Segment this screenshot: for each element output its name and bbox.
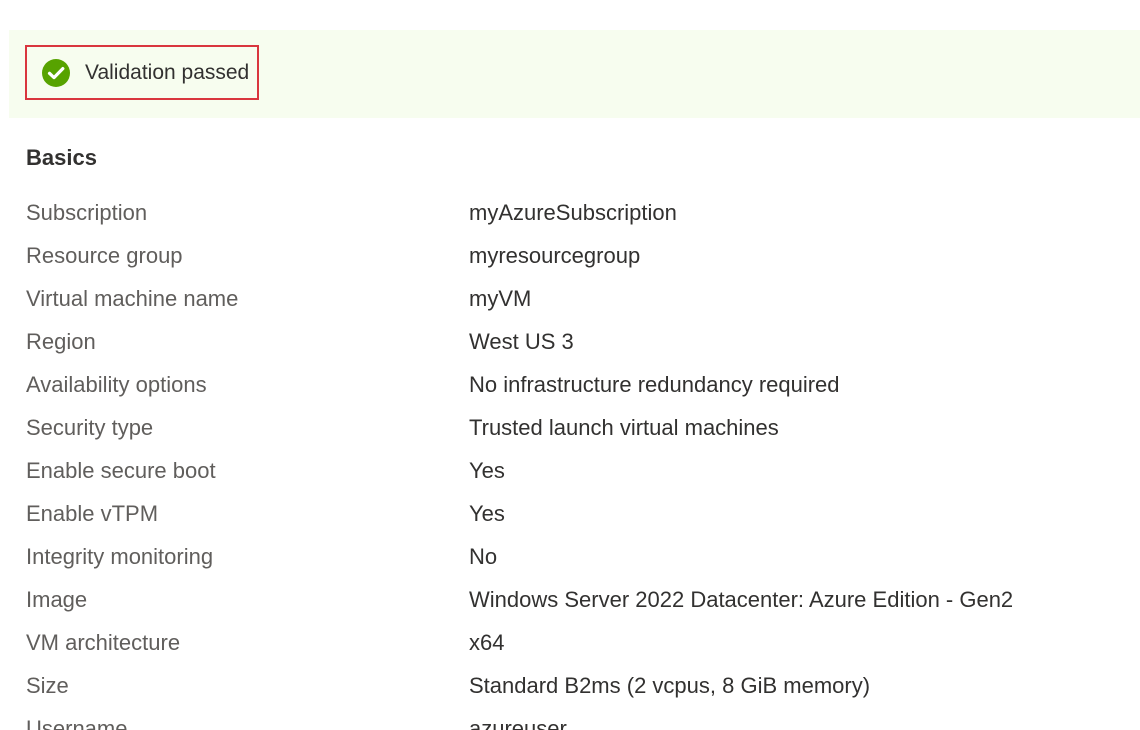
summary-row-subscription: Subscription myAzureSubscription <box>0 191 1140 234</box>
summary-row-vtpm: Enable vTPM Yes <box>0 492 1140 535</box>
summary-row-username: Username azureuser <box>0 707 1140 730</box>
row-label: Username <box>26 716 128 730</box>
row-value: Yes <box>469 458 505 483</box>
row-label: Size <box>26 673 69 698</box>
row-value: Yes <box>469 501 505 526</box>
summary-row-resource-group: Resource group myresourcegroup <box>0 234 1140 277</box>
row-value: myAzureSubscription <box>469 200 677 225</box>
summary-row-region: Region West US 3 <box>0 320 1140 363</box>
summary-row-size: Size Standard B2ms (2 vcpus, 8 GiB memor… <box>0 664 1140 707</box>
summary-row-availability-options: Availability options No infrastructure r… <box>0 363 1140 406</box>
row-label: Security type <box>26 415 154 440</box>
summary-row-security-type: Security type Trusted launch virtual mac… <box>0 406 1140 449</box>
row-label: Enable vTPM <box>26 501 159 526</box>
row-value: No infrastructure redundancy required <box>469 372 840 397</box>
row-value: No <box>469 544 498 569</box>
review-create-page: Validation passed Basics Subscription my… <box>0 0 1140 730</box>
basics-summary-list: Subscription myAzureSubscription Resourc… <box>0 191 1140 730</box>
validation-status-text: Validation passed <box>85 60 250 84</box>
row-label: Integrity monitoring <box>26 544 214 569</box>
section-title-basics: Basics <box>26 145 97 170</box>
row-label: Region <box>26 329 96 354</box>
summary-row-integrity-monitoring: Integrity monitoring No <box>0 535 1140 578</box>
row-label: Enable secure boot <box>26 458 216 483</box>
row-label: Image <box>26 587 88 612</box>
summary-row-image: Image Windows Server 2022 Datacenter: Az… <box>0 578 1140 621</box>
row-label: Virtual machine name <box>26 286 239 311</box>
row-value: Standard B2ms (2 vcpus, 8 GiB memory) <box>469 673 871 698</box>
row-label: Resource group <box>26 243 183 268</box>
row-label: Availability options <box>26 372 207 397</box>
row-value: azureuser <box>469 716 567 730</box>
row-value: West US 3 <box>469 329 574 354</box>
row-value: myresourcegroup <box>469 243 641 268</box>
check-circle-icon <box>41 58 71 88</box>
summary-row-vm-name: Virtual machine name myVM <box>0 277 1140 320</box>
row-value: Windows Server 2022 Datacenter: Azure Ed… <box>469 587 1014 612</box>
summary-row-secure-boot: Enable secure boot Yes <box>0 449 1140 492</box>
row-label: Subscription <box>26 200 148 225</box>
validation-status: Validation passed <box>25 45 259 100</box>
row-value: x64 <box>469 630 505 655</box>
row-label: VM architecture <box>26 630 181 655</box>
row-value: Trusted launch virtual machines <box>469 415 779 440</box>
row-value: myVM <box>469 286 532 311</box>
summary-row-vm-architecture: VM architecture x64 <box>0 621 1140 664</box>
